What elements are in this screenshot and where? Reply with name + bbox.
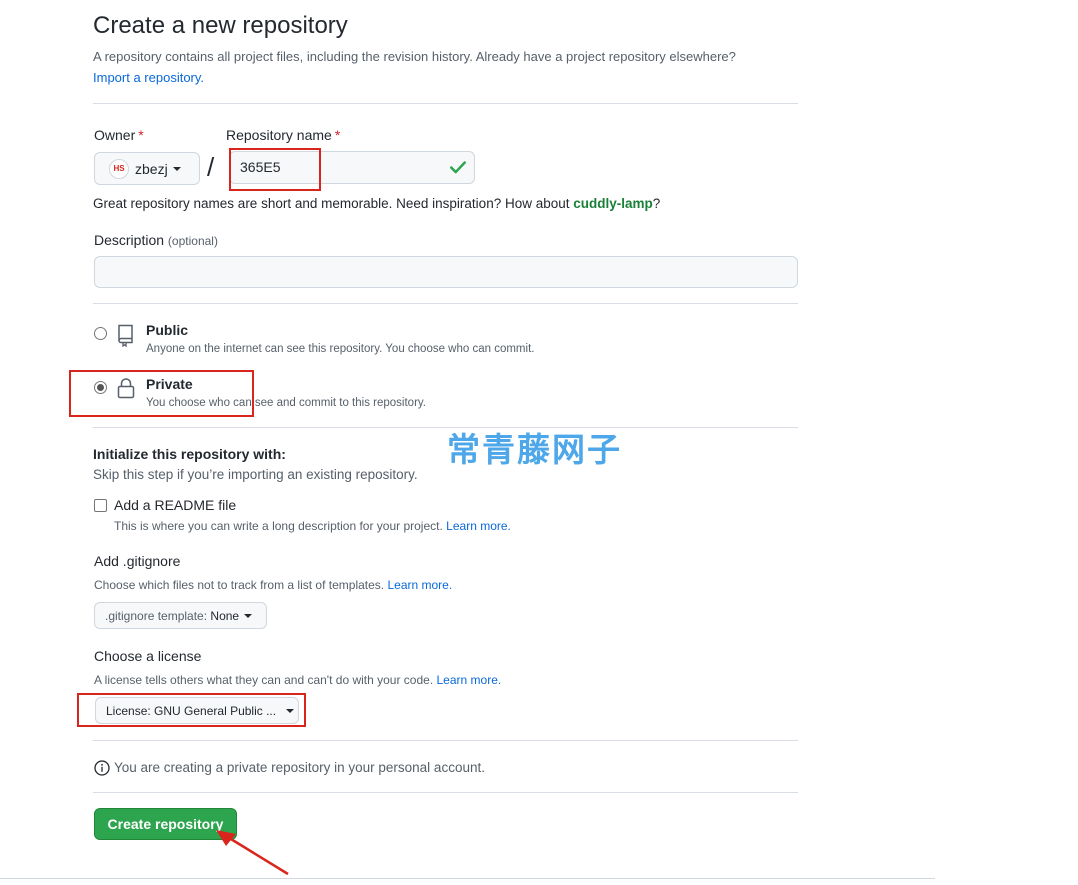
readme-learn-more-link[interactable]: Learn more. <box>446 519 511 533</box>
readme-description-text: This is where you can write a long descr… <box>114 519 443 533</box>
gitignore-description: Choose which files not to track from a l… <box>94 578 452 592</box>
gitignore-select-label: .gitignore template: <box>105 608 208 623</box>
gitignore-description-text: Choose which files not to track from a l… <box>94 578 385 592</box>
license-description-text: A license tells others what they can and… <box>94 673 434 687</box>
optional-tag: (optional) <box>167 234 218 248</box>
divider <box>93 792 798 793</box>
public-title: Public <box>146 322 189 338</box>
divider <box>93 303 798 304</box>
description-label: Description (optional) <box>94 232 218 248</box>
avatar: HS <box>109 158 129 179</box>
annotation-box-repo-name <box>229 148 321 191</box>
owner-label-text: Owner <box>94 127 136 143</box>
subtitle-text: A repository contains all project files,… <box>93 49 736 64</box>
initialize-title: Initialize this repository with: <box>93 446 286 462</box>
avatar-text: HS <box>113 163 125 173</box>
info-icon <box>94 760 110 776</box>
required-mark: * <box>138 127 144 143</box>
name-hint: Great repository names are short and mem… <box>93 196 660 211</box>
import-repository-link[interactable]: Import a repository. <box>93 70 204 85</box>
readme-label: Add a README file <box>114 497 237 513</box>
owner-label: Owner * <box>94 127 144 143</box>
divider <box>93 427 798 428</box>
annotation-box-private <box>69 370 254 417</box>
repo-name-label: Repository name * <box>226 127 340 143</box>
repo-name-label-text: Repository name <box>226 127 332 143</box>
page-subtitle: A repository contains all project files,… <box>93 46 813 88</box>
owner-value: zbezj <box>135 160 168 177</box>
description-label-text: Description <box>94 232 165 248</box>
license-description: A license tells others what they can and… <box>94 673 501 687</box>
public-radio[interactable] <box>94 327 107 340</box>
initialize-description: Skip this step if you’re importing an ex… <box>93 467 418 482</box>
gitignore-learn-more-link[interactable]: Learn more. <box>387 578 452 592</box>
gitignore-select-value: None <box>210 608 240 623</box>
license-title: Choose a license <box>94 648 202 664</box>
repo-book-icon <box>118 324 133 347</box>
license-learn-more-link[interactable]: Learn more. <box>437 673 502 687</box>
owner-repo-separator: / <box>207 152 215 182</box>
owner-select-button[interactable]: HS zbezj <box>94 152 200 185</box>
page-bottom-border <box>0 878 935 879</box>
name-suggestion-link[interactable]: cuddly-lamp <box>573 196 653 211</box>
readme-description: This is where you can write a long descr… <box>114 519 511 533</box>
description-input[interactable] <box>94 256 798 288</box>
name-hint-suffix: ? <box>652 196 661 211</box>
annotation-box-license <box>77 693 306 727</box>
annotation-arrow-icon <box>216 830 289 876</box>
page-title: Create a new repository <box>93 12 348 39</box>
required-mark: * <box>334 127 341 143</box>
watermark: 常青藤网子 <box>447 430 622 469</box>
public-description: Anyone on the internet can see this repo… <box>146 343 535 355</box>
name-hint-text: Great repository names are short and mem… <box>93 196 574 211</box>
chevron-down-icon <box>244 613 253 618</box>
readme-checkbox[interactable] <box>94 499 107 512</box>
chevron-down-icon <box>172 166 181 171</box>
gitignore-title: Add .gitignore <box>94 553 181 569</box>
divider <box>93 740 798 741</box>
check-icon <box>450 161 466 174</box>
private-notice: You are creating a private repository in… <box>114 760 485 775</box>
divider <box>93 103 798 104</box>
gitignore-template-select[interactable]: .gitignore template: None <box>94 602 267 629</box>
